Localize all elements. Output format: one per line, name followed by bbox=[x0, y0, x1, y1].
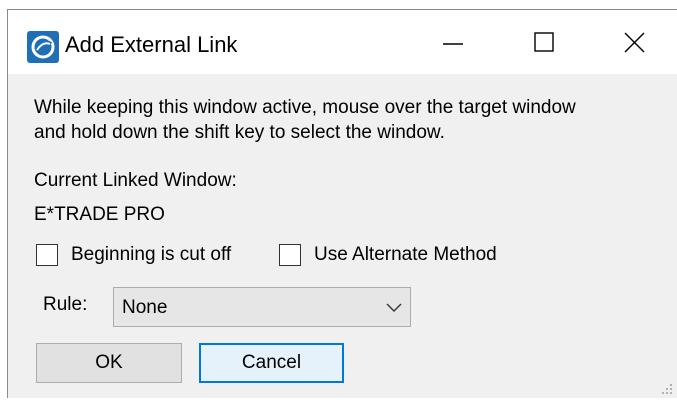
beginning-cut-off-option[interactable]: Beginning is cut off bbox=[36, 241, 231, 269]
maximize-icon bbox=[534, 32, 554, 52]
title-bar[interactable]: Add External Link bbox=[8, 10, 677, 74]
rule-selected-value: None bbox=[122, 297, 168, 318]
resize-grip-icon[interactable] bbox=[661, 382, 673, 394]
cancel-button[interactable]: Cancel bbox=[199, 343, 344, 383]
app-logo-icon bbox=[27, 31, 59, 63]
alternate-method-option[interactable]: Use Alternate Method bbox=[279, 241, 497, 269]
rule-label: Rule: bbox=[43, 294, 88, 315]
ok-button[interactable]: OK bbox=[36, 343, 182, 383]
close-icon bbox=[624, 32, 645, 53]
instructions-text: While keeping this window active, mouse … bbox=[34, 96, 576, 146]
instructions-line-1: While keeping this window active, mouse … bbox=[34, 97, 576, 118]
instructions-line-2: and hold down the shift key to select th… bbox=[34, 122, 445, 143]
minimize-icon bbox=[443, 43, 463, 45]
rule-select[interactable]: None bbox=[113, 287, 411, 327]
add-external-link-dialog: Add External Link While keeping this win… bbox=[7, 9, 677, 398]
beginning-cut-off-label[interactable]: Beginning is cut off bbox=[71, 244, 231, 266]
window-title: Add External Link bbox=[65, 32, 238, 57]
current-linked-window-value: E*TRADE PRO bbox=[34, 204, 165, 225]
current-linked-window-label: Current Linked Window: bbox=[34, 170, 237, 191]
minimize-button[interactable] bbox=[408, 10, 498, 74]
beginning-cut-off-checkbox[interactable] bbox=[36, 244, 58, 266]
alternate-method-label[interactable]: Use Alternate Method bbox=[314, 244, 497, 266]
close-button[interactable] bbox=[588, 10, 677, 74]
alternate-method-checkbox[interactable] bbox=[279, 244, 301, 266]
chevron-down-icon bbox=[386, 300, 402, 314]
maximize-button[interactable] bbox=[498, 10, 588, 74]
